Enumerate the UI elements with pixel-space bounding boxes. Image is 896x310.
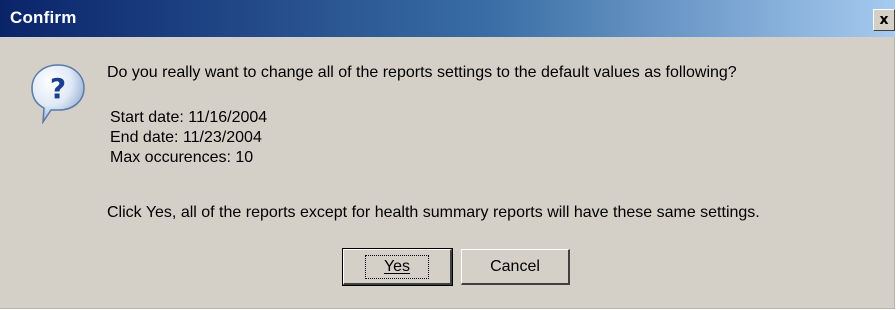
question-mark-glyph: ? — [50, 72, 66, 105]
message-area: Do you really want to change all of the … — [107, 63, 760, 221]
settings-details: Start date: 11/16/2004 End date: 11/23/2… — [110, 108, 267, 168]
confirm-message: Do you really want to change all of the … — [107, 64, 737, 81]
confirm-dialog: Confirm x ? Do you really want to change… — [0, 0, 895, 309]
detail-end-date: End date: 11/23/2004 — [110, 129, 262, 146]
title-bar[interactable]: Confirm x — [0, 0, 895, 37]
yes-button[interactable]: Yes — [342, 248, 453, 286]
cancel-button-label: Cancel — [490, 257, 540, 275]
window-title: Confirm — [10, 8, 77, 27]
close-icon: x — [879, 12, 889, 28]
focus-rect: Yes — [364, 254, 430, 279]
close-button[interactable]: x — [873, 9, 895, 31]
cancel-button[interactable]: Cancel — [461, 249, 570, 285]
yes-button-label: Yes — [383, 257, 411, 275]
question-icon: ? — [31, 64, 85, 124]
detail-start-date: Start date: 11/16/2004 — [110, 109, 268, 126]
confirm-note: Click Yes, all of the reports except for… — [107, 204, 760, 221]
detail-max-occurences: Max occurences: 10 — [110, 149, 254, 166]
